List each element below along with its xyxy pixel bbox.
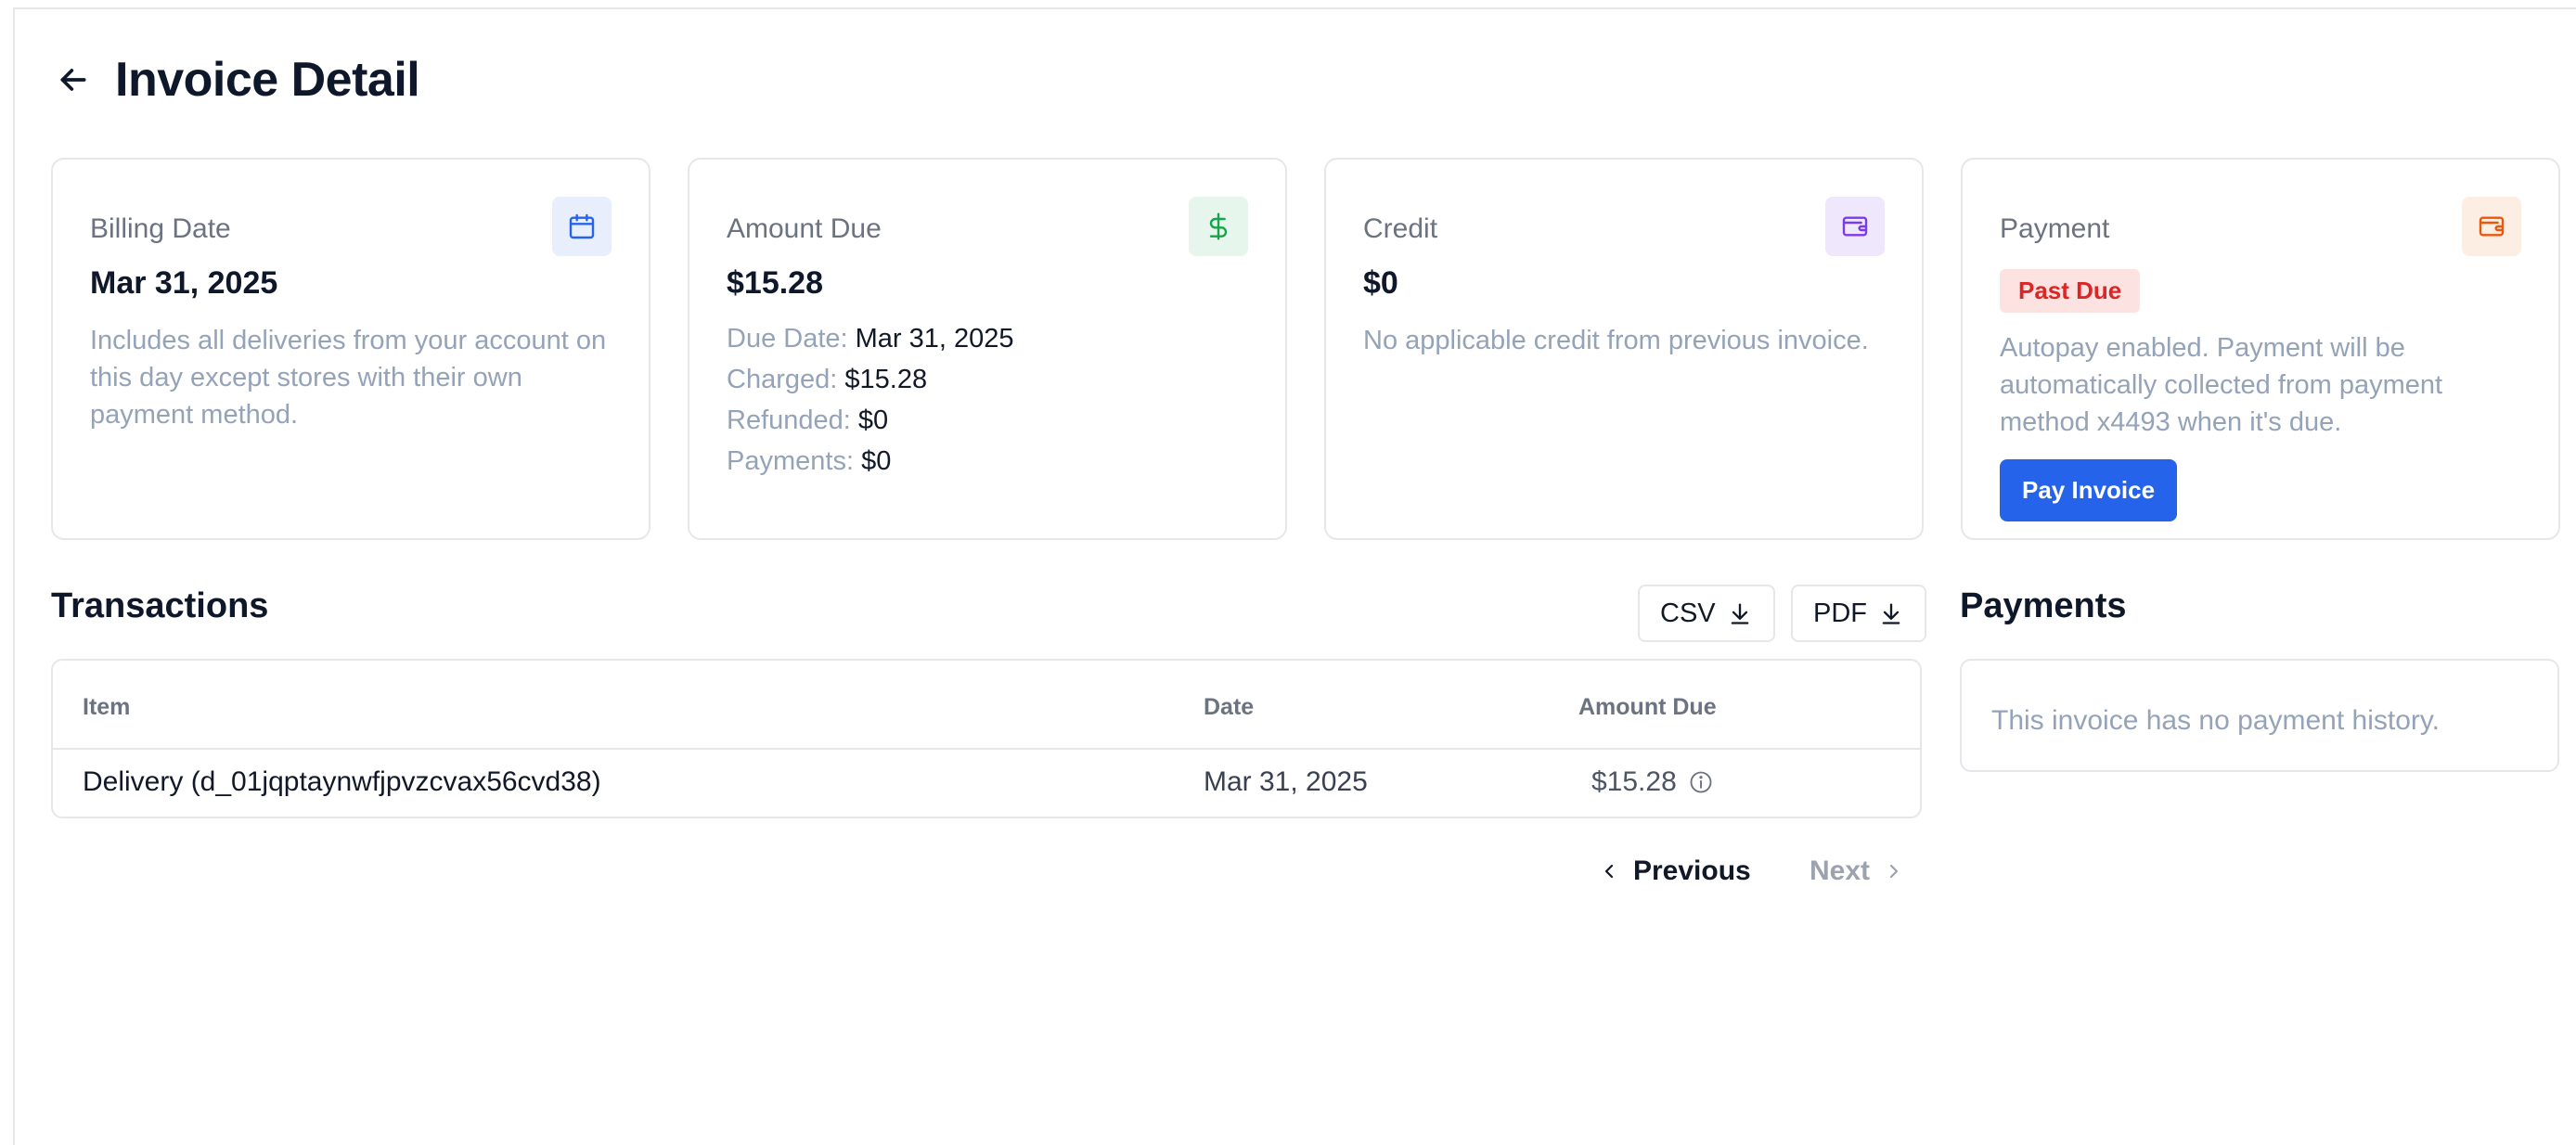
pdf-download-button[interactable]: PDF (1791, 585, 1926, 642)
payments-empty-message: This invoice has no payment history. (1991, 705, 2441, 736)
status-badge: Past Due (2000, 269, 2141, 313)
chevron-left-icon (1604, 864, 1614, 879)
pdf-label: PDF (1813, 598, 1867, 628)
download-icon (1882, 603, 1900, 624)
wallet-icon (1825, 197, 1885, 256)
download-icon (1731, 603, 1748, 624)
payment-description: Autopay enabled. Payment will be automat… (2000, 333, 2443, 437)
amount-due-value: $15.28 (727, 265, 823, 301)
calendar-icon (552, 197, 612, 256)
credit-description: No applicable credit from previous invoi… (1363, 326, 1869, 355)
charged-line: Charged: $15.28 (727, 365, 928, 394)
page-header: Invoice Detail (54, 52, 420, 108)
back-arrow-icon[interactable] (54, 60, 93, 99)
row-item: Delivery (d_01jqptaynwfjpvzcvax56cvd38) (83, 766, 601, 797)
pay-invoice-button[interactable]: Pay Invoice (2000, 459, 2178, 521)
transactions-table: Item Date Amount Due Delivery (d_01jqpta… (51, 659, 1922, 818)
left-divider (13, 7, 15, 1145)
payments-line: Payments: $0 (727, 446, 892, 476)
page-title: Invoice Detail (115, 53, 420, 107)
credit-value: $0 (1363, 265, 1398, 301)
next-label: Next (1810, 856, 1871, 886)
amount-breakdown: Due Date: Mar 31, 2025 Charged: $15.28 R… (727, 318, 1248, 482)
top-divider (13, 7, 2576, 9)
payment-card: Payment Past Due Autopay enabled. Paymen… (1961, 158, 2560, 540)
wallet-icon (2462, 197, 2521, 256)
payments-panel: This invoice has no payment history. (1960, 659, 2559, 772)
payment-label: Payment (2000, 213, 2110, 244)
app-frame: Invoice Detail Billing Date Mar 31, 2025… (0, 0, 2576, 1145)
csv-download-button[interactable]: CSV (1638, 585, 1775, 642)
csv-label: CSV (1660, 598, 1716, 628)
payments-title: Payments (1960, 586, 2127, 625)
billing-date-label: Billing Date (90, 213, 231, 244)
amount-due-card: Amount Due $15.28 Due Date: Mar 31, 2025… (688, 158, 1287, 540)
column-header-date[interactable]: Date (1204, 694, 1254, 721)
billing-date-value: Mar 31, 2025 (90, 265, 278, 301)
amount-due-label: Amount Due (727, 213, 882, 244)
transactions-title: Transactions (51, 586, 269, 625)
dollar-icon (1189, 197, 1248, 256)
billing-date-description: Includes all deliveries from your accoun… (90, 326, 607, 430)
column-header-item[interactable]: Item (83, 694, 130, 721)
column-header-amount[interactable]: Amount Due (1578, 694, 1717, 721)
previous-page-button[interactable]: Previous (1598, 856, 1751, 887)
row-date: Mar 31, 2025 (1204, 766, 1368, 797)
previous-label: Previous (1633, 856, 1751, 886)
billing-date-card: Billing Date Mar 31, 2025 Includes all d… (51, 158, 650, 540)
row-amount-cell: $15.28 (1591, 766, 1714, 798)
refunded-line: Refunded: $0 (727, 405, 889, 435)
chevron-right-icon (1889, 864, 1899, 879)
due-date-line: Due Date: Mar 31, 2025 (727, 324, 1014, 354)
table-row[interactable]: Delivery (d_01jqptaynwfjpvzcvax56cvd38) … (53, 750, 1920, 817)
credit-label: Credit (1363, 213, 1438, 244)
row-amount: $15.28 (1591, 766, 1677, 797)
info-icon[interactable] (1688, 769, 1714, 795)
credit-card: Credit $0 No applicable credit from prev… (1324, 158, 1924, 540)
table-header: Item Date Amount Due (53, 661, 1920, 750)
next-page-button[interactable]: Next (1810, 856, 1905, 887)
